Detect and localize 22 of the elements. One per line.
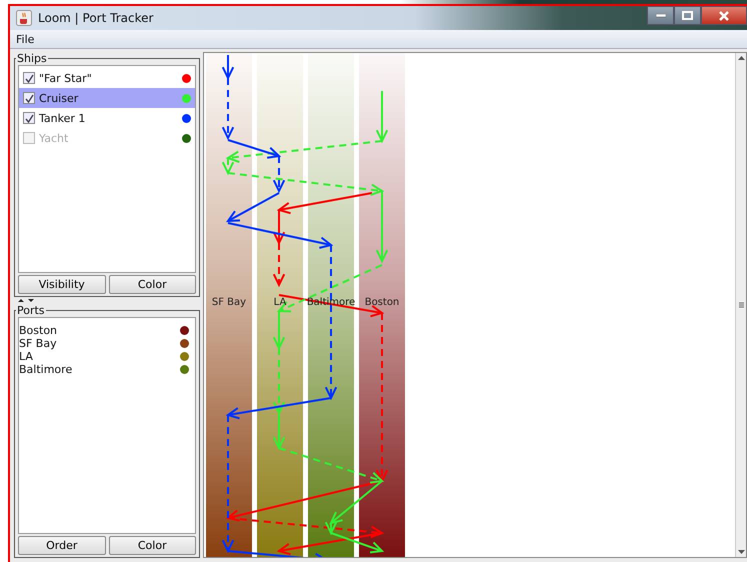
port-name[interactable]: SF Bay	[19, 337, 180, 350]
ship-name: Yacht	[39, 132, 70, 144]
group-title: Ships	[16, 52, 48, 65]
ship-name: Tanker 1	[39, 112, 86, 124]
ship-row[interactable]: Cruiser	[19, 88, 195, 108]
panel-button[interactable]: Color	[108, 536, 196, 555]
port-name[interactable]: Baltimore	[19, 363, 180, 376]
group-title: Ports	[16, 304, 46, 317]
ship-name: Cruiser	[39, 92, 80, 104]
ship-row[interactable]: "Far Star"	[19, 68, 195, 88]
window-title: Loom | Port Tracker	[38, 11, 154, 25]
menu-item[interactable]: File	[16, 32, 34, 46]
lane-label: SF Bay	[212, 296, 246, 308]
ship-row[interactable]: Tanker 1	[19, 108, 195, 128]
panel-button[interactable]: Color	[108, 275, 196, 294]
ship-name: "Far Star"	[39, 72, 93, 84]
panel-button[interactable]: Visibility	[18, 275, 106, 294]
port-name[interactable]: Boston	[19, 324, 180, 337]
lane-label: LA	[274, 296, 286, 308]
lane-label: Boston	[364, 296, 400, 308]
port-name[interactable]: LA	[19, 350, 180, 363]
panel-button[interactable]: Order	[18, 536, 106, 555]
